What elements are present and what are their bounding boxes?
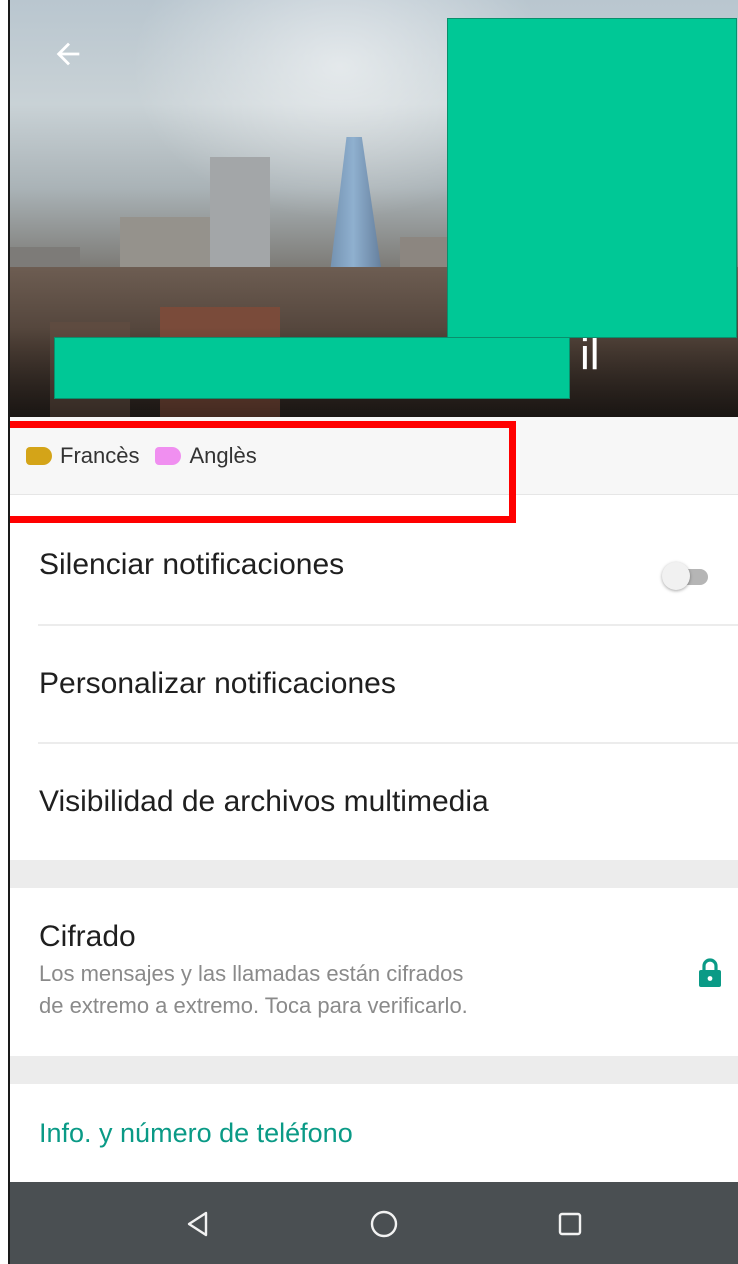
contact-info-screen: il Francès Anglès Silenciar notificacion… xyxy=(0,0,738,1264)
nav-recents-button[interactable] xyxy=(550,1204,590,1244)
media-visibility-label: Visibilidad de archivos multimedia xyxy=(39,785,489,818)
info-phone-link[interactable]: Info. y número de teléfono xyxy=(39,1118,353,1149)
encryption-description-line1: Los mensajes y las llamadas están cifrad… xyxy=(39,961,464,986)
custom-notifications-label: Personalizar notificaciones xyxy=(39,667,396,700)
mute-toggle[interactable] xyxy=(662,562,710,590)
back-triangle-icon xyxy=(187,1211,208,1237)
label-name: Francès xyxy=(60,442,140,468)
redaction-block xyxy=(54,337,570,399)
media-visibility-row[interactable]: Visibilidad de archivos multimedia xyxy=(10,744,738,860)
home-circle-icon xyxy=(370,1210,398,1238)
section-gap xyxy=(10,860,738,888)
encryption-row[interactable]: Cifrado Los mensajes y las llamadas está… xyxy=(10,888,738,1056)
nav-home-button[interactable] xyxy=(364,1204,404,1244)
system-navigation-bar xyxy=(10,1182,738,1264)
label-tag-icon xyxy=(26,446,52,465)
section-gap xyxy=(10,1056,738,1084)
label-chip[interactable]: Anglès xyxy=(155,442,257,469)
label-name: Anglès xyxy=(189,442,257,468)
redaction-block xyxy=(447,18,737,338)
info-phone-row[interactable]: Info. y número de teléfono xyxy=(10,1084,738,1182)
arrow-left-icon xyxy=(56,42,80,66)
label-tag-icon xyxy=(155,446,182,465)
encryption-title: Cifrado xyxy=(39,920,136,953)
mute-notifications-row[interactable]: Silenciar notificaciones xyxy=(10,508,738,626)
toggle-thumb xyxy=(662,562,690,590)
lock-icon xyxy=(699,958,721,987)
label-chip[interactable]: Francès xyxy=(26,443,139,469)
nav-back-button[interactable] xyxy=(178,1204,218,1244)
back-button[interactable] xyxy=(44,30,92,78)
contact-labels: Francès Anglès xyxy=(10,417,738,495)
mute-notifications-label: Silenciar notificaciones xyxy=(39,548,345,581)
recents-square-icon xyxy=(558,1212,582,1236)
encryption-description-line2: de extremo a extremo. Toca para verifica… xyxy=(39,993,468,1018)
frame-edge xyxy=(0,0,10,1264)
custom-notifications-row[interactable]: Personalizar notificaciones xyxy=(10,626,738,742)
